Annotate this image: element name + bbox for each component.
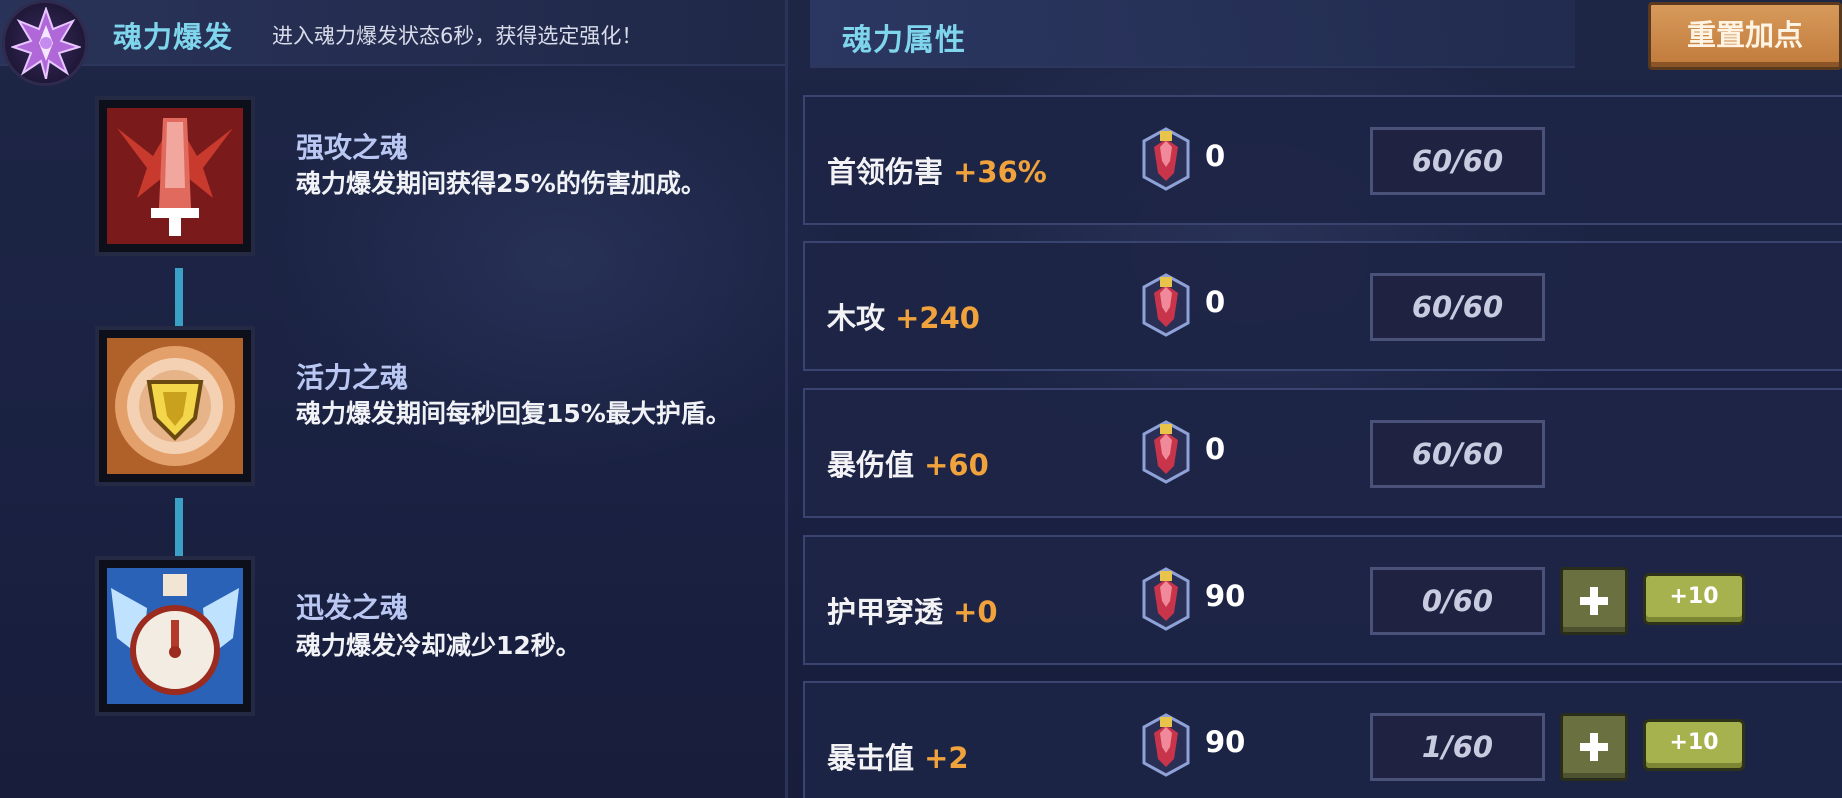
attribute-bonus: +2	[924, 741, 969, 775]
attribute-row-crit-rate: 暴击值 +2 90 1/60 +10	[803, 681, 1842, 798]
soul-attributes-header: 魂力属性	[810, 0, 1575, 68]
soul-slot-strong-attack[interactable]	[95, 96, 255, 256]
golden-shield-icon	[107, 338, 243, 474]
attribute-label: 木攻 +240	[827, 295, 980, 337]
add-ten-points-button[interactable]: +10	[1643, 719, 1745, 771]
soul-slot-vitality[interactable]	[95, 326, 255, 486]
soul-gem-icon	[1140, 567, 1192, 631]
attribute-label: 首领伤害 +36%	[827, 149, 1047, 191]
soul-connector-2	[175, 498, 183, 556]
soul-name-2: 活力之魂	[296, 361, 409, 394]
gem-cost: 0	[1205, 432, 1226, 466]
attribute-progress: 60/60	[1370, 420, 1545, 488]
soul-burst-description: 进入魂力爆发状态6秒，获得选定强化！	[272, 24, 643, 48]
attribute-label: 暴击值 +2	[827, 735, 969, 777]
attribute-bonus: +36%	[953, 155, 1047, 189]
attribute-name: 首领伤害	[827, 155, 944, 189]
purple-star-emblem-icon	[2, 0, 88, 86]
gem-cost: 90	[1205, 725, 1246, 759]
gem-cost: 90	[1205, 579, 1246, 613]
attribute-progress: 60/60	[1370, 127, 1545, 195]
soul-burst-panel: 魂力爆发 进入魂力爆发状态6秒，获得选定强化！ 强攻之魂 魂力爆发期间获得25%…	[0, 0, 785, 798]
attribute-label: 护甲穿透 +0	[827, 589, 998, 631]
soul-burst-header: 魂力爆发 进入魂力爆发状态6秒，获得选定强化！	[0, 0, 785, 66]
add-ten-points-button[interactable]: +10	[1643, 573, 1745, 625]
soul-attributes-title: 魂力属性	[842, 23, 966, 58]
attribute-label: 暴伤值 +60	[827, 442, 989, 484]
add-point-button[interactable]	[1560, 713, 1628, 781]
fire-armor-icon	[107, 108, 243, 244]
soul-description-1: 魂力爆发期间获得25%的伤害加成。	[296, 169, 706, 198]
attribute-progress: 0/60	[1370, 567, 1545, 635]
soul-burst-title: 魂力爆发	[113, 20, 234, 54]
soul-description-3: 魂力爆发冷却减少12秒。	[296, 631, 581, 660]
attribute-name: 暴伤值	[827, 448, 915, 482]
panel-divider	[785, 0, 788, 798]
attribute-bonus: +240	[895, 301, 980, 335]
soul-gem-icon	[1140, 273, 1192, 337]
soul-description-2: 魂力爆发期间每秒回复15%最大护盾。	[296, 399, 731, 428]
soul-gem-icon	[1140, 127, 1192, 191]
attribute-name: 暴击值	[827, 741, 915, 775]
attribute-bonus: +0	[953, 595, 998, 629]
gem-cost: 0	[1205, 285, 1226, 319]
add-point-button[interactable]	[1560, 567, 1628, 635]
attribute-row-armor-penetration: 护甲穿透 +0 90 0/60 +10	[803, 535, 1842, 665]
soul-gem-icon	[1140, 713, 1192, 777]
attribute-progress: 1/60	[1370, 713, 1545, 781]
soul-connector-1	[175, 268, 183, 326]
soul-gem-icon	[1140, 420, 1192, 484]
attribute-name: 护甲穿透	[827, 595, 944, 629]
reset-points-button[interactable]: 重置加点	[1648, 2, 1842, 70]
soul-slot-swift[interactable]	[95, 556, 255, 716]
attribute-bonus: +60	[924, 448, 989, 482]
attribute-row-crit-damage: 暴伤值 +60 0 60/60	[803, 388, 1842, 518]
soul-name-1: 强攻之魂	[296, 131, 409, 164]
attribute-name: 木攻	[827, 301, 886, 335]
soul-name-3: 迅发之魂	[296, 591, 409, 624]
winged-clock-icon	[107, 568, 243, 704]
gem-cost: 0	[1205, 139, 1226, 173]
attribute-row-wood-attack: 木攻 +240 0 60/60	[803, 241, 1842, 371]
attribute-row-boss-damage: 首领伤害 +36% 0 60/60	[803, 95, 1842, 225]
attribute-progress: 60/60	[1370, 273, 1545, 341]
